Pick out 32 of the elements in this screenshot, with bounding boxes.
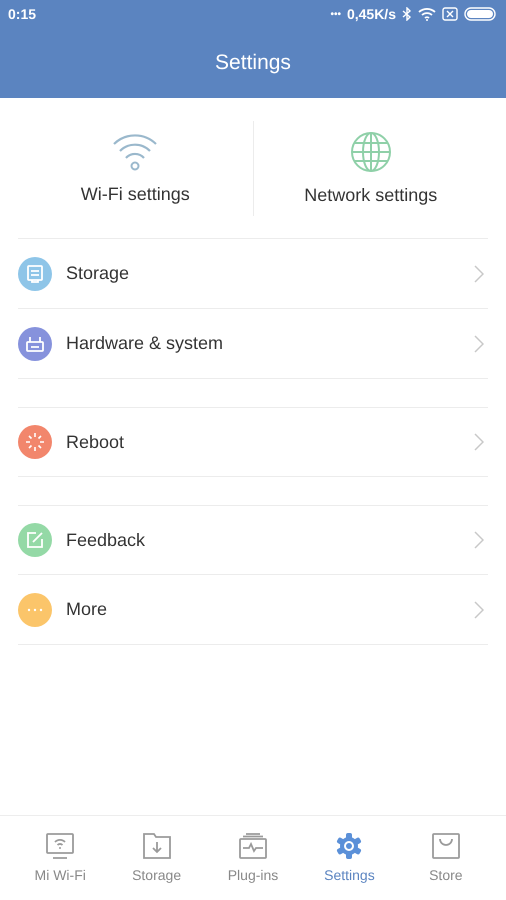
chevron-icon [474, 334, 484, 352]
battery-icon [464, 7, 496, 21]
monitor-wifi-icon [46, 833, 74, 859]
chevron-icon [474, 600, 484, 618]
bluetooth-icon [402, 7, 412, 21]
folder-download-icon [142, 833, 171, 859]
wifi-icon [112, 132, 158, 172]
notification-dots: ••• [330, 8, 341, 20]
menu-item[interactable]: More [18, 575, 488, 645]
nav-tab[interactable]: Mi Wi-Fi [12, 829, 108, 887]
menu-item[interactable]: Reboot [18, 407, 488, 477]
bag-icon [432, 833, 460, 859]
nav-tab[interactable]: Storage [108, 829, 205, 887]
page-title: Settings [215, 51, 291, 75]
pulse-box-icon [239, 833, 268, 859]
nav-tab[interactable]: Plug-ins [204, 829, 302, 887]
quick-setting-button[interactable]: Network settings [254, 122, 488, 214]
no-sim-icon [442, 7, 458, 21]
globe-icon [350, 130, 392, 172]
menu-item[interactable]: Feedback [18, 505, 488, 575]
nav-tab[interactable]: Settings [301, 829, 398, 887]
chevron-icon [474, 433, 484, 451]
menu-item[interactable]: Hardware & system [18, 309, 488, 379]
menu-item[interactable]: Storage [18, 239, 488, 309]
wifi-signal-icon [418, 7, 436, 21]
quick-setting-button[interactable]: Wi-Fi settings [18, 124, 252, 212]
chevron-icon [474, 264, 484, 282]
settings-icon [335, 833, 364, 859]
status-time: 0:15 [8, 6, 36, 22]
nav-tab[interactable]: Store [398, 829, 494, 887]
chevron-icon [474, 531, 484, 549]
network-speed: 0,45K/s [346, 6, 396, 22]
